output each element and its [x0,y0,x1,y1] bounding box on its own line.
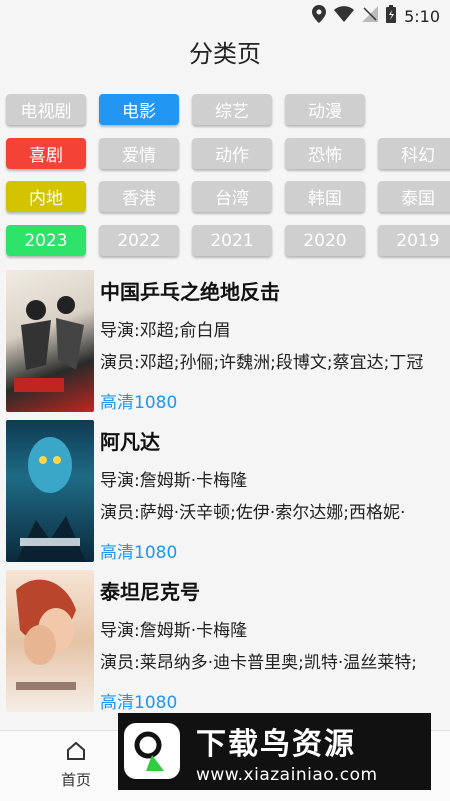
chip-year-2021[interactable]: 2021 [192,225,272,256]
home-icon [65,741,87,765]
movie-title: 泰坦尼克号 [100,580,200,604]
chip-year-2020[interactable]: 2020 [285,225,365,256]
chip-year-2019[interactable]: 2019 [378,225,450,256]
region-filter-row: 内地 香港 台湾 韩国 泰国 [6,181,450,212]
wifi-icon [334,6,355,26]
movie-poster [6,270,94,412]
chip-genre-comedy[interactable]: 喜剧 [6,138,86,169]
signal-icon [362,6,379,26]
nav-home-label: 首页 [60,771,91,789]
chip-genre-horror[interactable]: 恐怖 [285,138,365,169]
movie-poster [6,420,94,562]
nav-home[interactable]: 首页 [48,741,104,790]
chip-category-tv[interactable]: 电视剧 [6,94,86,125]
chip-genre-action[interactable]: 动作 [192,138,272,169]
movie-item[interactable]: 泰坦尼克号 导演:詹姆斯·卡梅隆 演员:莱昂纳多·迪卡普里奥;凯特·温丝莱特; … [0,570,450,720]
status-bar: 5:10 [0,0,450,30]
movie-actors: 演员:萨姆·沃辛顿;佐伊·索尔达娜;西格妮· [100,503,406,523]
movie-poster [6,570,94,712]
chip-category-anime[interactable]: 动漫 [285,94,365,125]
movie-quality: 高清1080 [100,393,178,413]
genre-filter-row: 喜剧 爱情 动作 恐怖 科幻 [6,138,450,169]
category-filter-row: 电视剧 电影 综艺 动漫 [6,94,365,125]
movie-director: 导演:詹姆斯·卡梅隆 [100,471,248,491]
watermark-url: www.xiazainiao.com [196,765,378,785]
movie-actors: 演员:莱昂纳多·迪卡普里奥;凯特·温丝莱特; [100,653,417,673]
chip-region-korea[interactable]: 韩国 [285,181,365,212]
chip-region-mainland[interactable]: 内地 [6,181,86,212]
movie-item[interactable]: 中国乒乓之绝地反击 导演:邓超;俞白眉 演员:邓超;孙俪;许魏洲;段博文;蔡宜达… [0,270,450,420]
year-filter-row: 2023 2022 2021 2020 2019 [6,225,450,256]
movie-quality: 高清1080 [100,693,178,713]
page-title: 分类页 [189,40,261,68]
movie-director: 导演:邓超;俞白眉 [100,321,231,341]
watermark-logo [124,723,180,779]
chip-year-2023[interactable]: 2023 [6,225,86,256]
chip-region-thailand[interactable]: 泰国 [378,181,450,212]
movie-item[interactable]: 阿凡达 导演:詹姆斯·卡梅隆 演员:萨姆·沃辛顿;佐伊·索尔达娜;西格妮· 高清… [0,420,450,570]
chip-region-taiwan[interactable]: 台湾 [192,181,272,212]
chip-genre-romance[interactable]: 爱情 [99,138,179,169]
watermark-banner: 下载鸟资源 www.xiazainiao.com [118,713,431,790]
movie-title: 阿凡达 [100,430,160,454]
chip-year-2022[interactable]: 2022 [99,225,179,256]
battery-icon [386,5,397,27]
status-time: 5:10 [404,6,440,26]
location-icon [312,5,327,27]
watermark-title: 下载鸟资源 [196,727,356,762]
chip-genre-scifi[interactable]: 科幻 [378,138,450,169]
movie-actors: 演员:邓超;孙俪;许魏洲;段博文;蔡宜达;丁冠 [100,353,424,373]
movie-quality: 高清1080 [100,543,178,563]
movie-director: 导演:詹姆斯·卡梅隆 [100,621,248,641]
chip-category-variety[interactable]: 综艺 [192,94,272,125]
chip-category-movie[interactable]: 电影 [99,94,179,125]
movie-list: 中国乒乓之绝地反击 导演:邓超;俞白眉 演员:邓超;孙俪;许魏洲;段博文;蔡宜达… [0,270,450,720]
chip-region-hongkong[interactable]: 香港 [99,181,179,212]
movie-title: 中国乒乓之绝地反击 [100,280,280,304]
